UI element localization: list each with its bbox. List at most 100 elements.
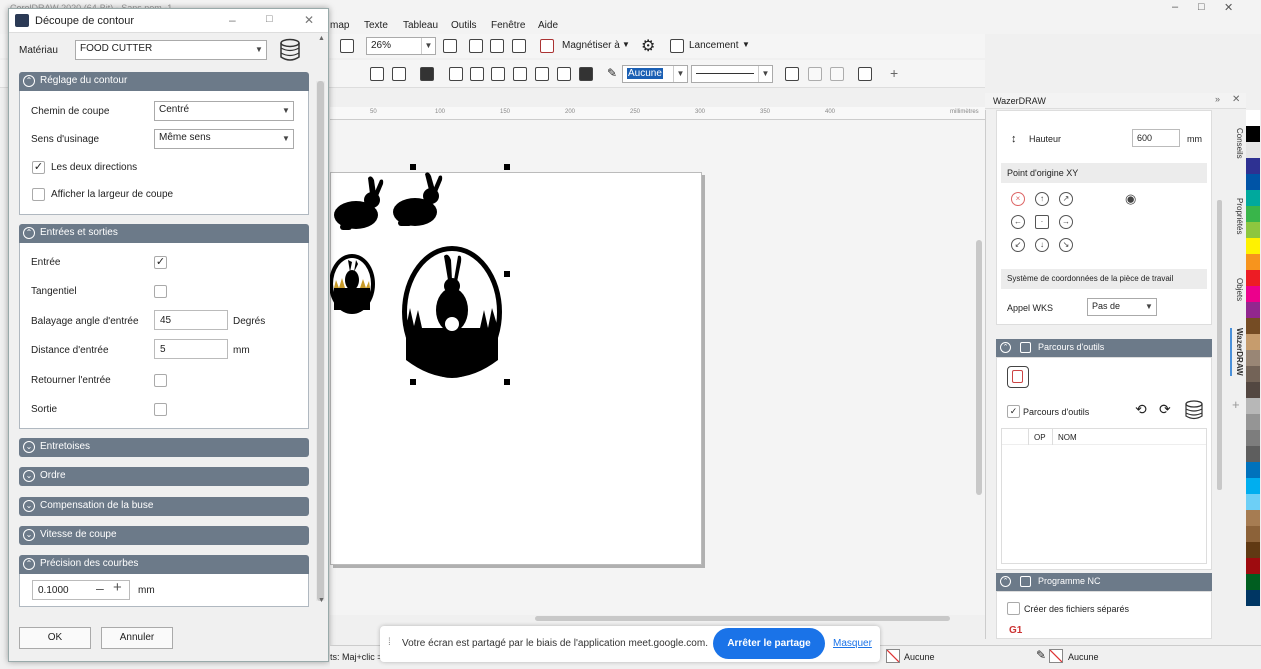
section-contour-header[interactable]: ⌃ Réglage du contour <box>19 72 309 91</box>
reverse-checkbox[interactable] <box>154 374 167 387</box>
menu-map[interactable]: map <box>330 20 349 31</box>
fit-page-icon[interactable] <box>443 39 457 53</box>
canvas-vscroll[interactable] <box>976 240 982 495</box>
dialog-close-icon[interactable]: ✕ <box>304 13 314 27</box>
snap-chevron-icon[interactable]: ▼ <box>622 40 630 49</box>
distance-input[interactable]: 5 <box>154 339 228 359</box>
canvas-hscroll[interactable] <box>535 616 950 621</box>
add-icon[interactable]: + <box>890 65 898 81</box>
palette-swatch[interactable] <box>1246 174 1260 190</box>
grid-icon[interactable] <box>490 39 504 53</box>
convert-icon[interactable] <box>785 67 799 81</box>
maximize-icon[interactable]: □ <box>1198 1 1205 13</box>
menu-fenetre[interactable]: Fenêtre <box>491 20 525 31</box>
section-speed-header[interactable]: ⌄ Vitesse de coupe <box>19 526 309 545</box>
palette-swatch[interactable] <box>1246 398 1260 414</box>
ok-button[interactable]: OK <box>19 627 91 649</box>
selection-handle[interactable] <box>504 271 510 277</box>
break-apart-icon[interactable] <box>808 67 822 81</box>
docker-expand-icon[interactable]: » <box>1215 94 1220 104</box>
scroll-down-icon[interactable]: ▼ <box>318 597 325 604</box>
nc-program-header[interactable]: ⌃ Programme NC <box>996 573 1212 591</box>
minimize-icon[interactable]: – <box>1172 1 1178 13</box>
origin-l-icon[interactable]: ← <box>1011 215 1025 229</box>
palette-swatch[interactable] <box>1246 350 1260 366</box>
palette-swatch[interactable] <box>1246 478 1260 494</box>
trim-icon[interactable] <box>470 67 484 81</box>
palette-swatch[interactable] <box>1246 574 1260 590</box>
origin-center-icon[interactable]: · <box>1035 215 1049 229</box>
direction-select[interactable]: Même sens ▼ <box>154 129 294 149</box>
section-io-header[interactable]: ⌃ Entrées et sorties <box>19 224 309 243</box>
palette-swatch[interactable] <box>1246 510 1260 526</box>
snap-dropdown[interactable]: Magnétiser à <box>562 40 620 51</box>
launch-dropdown[interactable]: Lancement <box>689 40 738 51</box>
exit-checkbox[interactable] <box>154 403 167 416</box>
drag-handle-icon[interactable]: ⁞ <box>388 637 391 648</box>
menu-tableau[interactable]: Tableau <box>403 20 438 31</box>
palette-swatch[interactable] <box>1246 110 1260 126</box>
zoom-combo[interactable]: 26% ▼ <box>366 37 436 55</box>
dialog-minimize-icon[interactable]: – <box>229 13 236 27</box>
boundary-icon[interactable] <box>579 67 593 81</box>
entry-checkbox[interactable]: ✓ <box>154 256 167 269</box>
database-icon[interactable] <box>279 38 301 62</box>
col-nom[interactable]: NOM <box>1058 433 1077 442</box>
toolpath-database-icon[interactable] <box>1185 400 1203 420</box>
palette-swatch[interactable] <box>1246 542 1260 558</box>
guides-icon[interactable] <box>512 39 526 53</box>
tab-proprietes[interactable]: Propriétés <box>1230 198 1244 234</box>
tab-conseils[interactable]: Conseils <box>1230 128 1244 159</box>
tangential-checkbox[interactable] <box>154 285 167 298</box>
weld-icon[interactable] <box>449 67 463 81</box>
section-precision-header[interactable]: ⌃ Précision des courbes <box>19 555 309 574</box>
origin-tr-icon[interactable]: ↗ <box>1059 192 1073 206</box>
palette-swatch[interactable] <box>1246 334 1260 350</box>
intersect-icon[interactable] <box>491 67 505 81</box>
distribute-icon[interactable] <box>392 67 406 81</box>
tab-objets[interactable]: Objets <box>1230 278 1244 301</box>
toolpaths-checkbox[interactable]: ✓ <box>1007 405 1020 418</box>
palette-swatch[interactable] <box>1246 430 1260 446</box>
palette-swatch[interactable] <box>1246 206 1260 222</box>
menu-texte[interactable]: Texte <box>364 20 388 31</box>
palette-swatch[interactable] <box>1246 270 1260 286</box>
selection-handle[interactable] <box>504 379 510 385</box>
full-screen-icon[interactable] <box>469 39 483 53</box>
align-icon[interactable] <box>370 67 384 81</box>
menu-aide[interactable]: Aide <box>538 20 558 31</box>
palette-swatch[interactable] <box>1246 254 1260 270</box>
section-nozzle-header[interactable]: ⌄ Compensation de la buse <box>19 497 309 516</box>
group-icon[interactable] <box>420 67 434 81</box>
origin-br-icon[interactable]: ↘ <box>1059 238 1073 252</box>
stop-sharing-button[interactable]: Arrêter le partage <box>713 628 825 659</box>
sync-icon[interactable]: ⟳ <box>1159 401 1171 418</box>
dialog-scrollbar-thumb[interactable] <box>317 81 324 601</box>
palette-swatch[interactable] <box>1246 366 1260 382</box>
selection-handle[interactable] <box>504 164 510 170</box>
cancel-button[interactable]: Annuler <box>101 627 173 649</box>
simplify-icon[interactable] <box>513 67 527 81</box>
add-docker-icon[interactable]: + <box>1232 397 1240 412</box>
dialog-maximize-icon[interactable]: □ <box>266 13 273 25</box>
combine-icon[interactable] <box>830 67 844 81</box>
eye-icon[interactable]: ◉ <box>1125 191 1136 207</box>
front-minus-back-icon[interactable] <box>535 67 549 81</box>
origin-tl-icon[interactable]: × <box>1011 192 1025 206</box>
palette-swatch[interactable] <box>1246 494 1260 510</box>
both-directions-checkbox[interactable]: ✓ <box>32 161 45 174</box>
artwork-bunnies[interactable] <box>330 160 530 390</box>
origin-b-icon[interactable]: ↓ <box>1035 238 1049 252</box>
selection-handle[interactable] <box>410 379 416 385</box>
dialog-scrollbar-track[interactable] <box>316 81 325 601</box>
palette-swatch[interactable] <box>1246 142 1260 158</box>
scroll-up-icon[interactable]: ▲ <box>318 35 325 42</box>
color-palette[interactable] <box>1246 110 1260 620</box>
wks-select[interactable]: Pas de ▼ <box>1087 298 1157 316</box>
cut-path-select[interactable]: Centré ▼ <box>154 101 294 121</box>
palette-swatch[interactable] <box>1246 462 1260 478</box>
palette-swatch[interactable] <box>1246 382 1260 398</box>
palette-swatch[interactable] <box>1246 158 1260 174</box>
launch-chevron-icon[interactable]: ▼ <box>742 40 750 49</box>
palette-swatch[interactable] <box>1246 446 1260 462</box>
